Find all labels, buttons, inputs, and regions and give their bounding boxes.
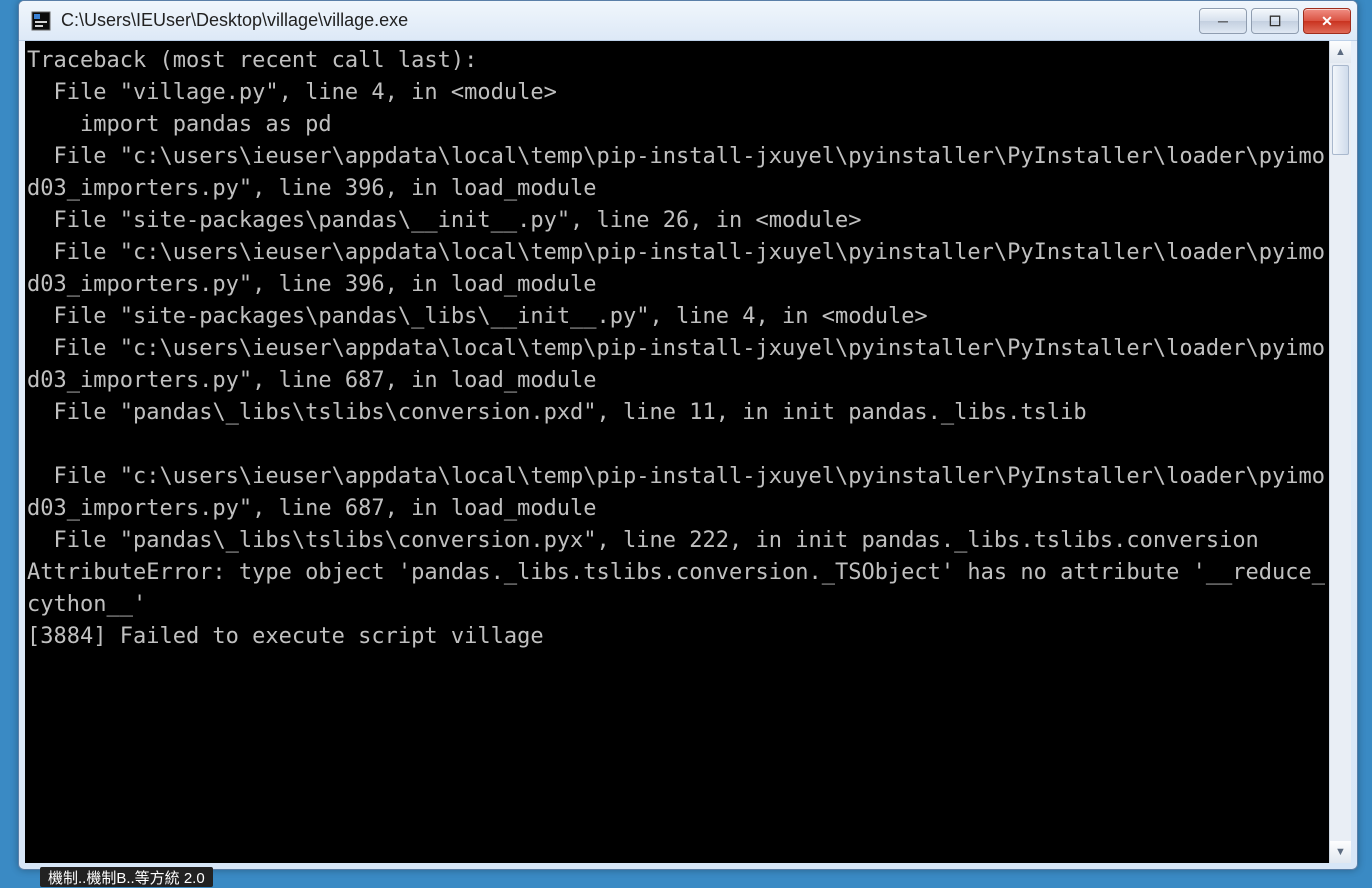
- console-line: AttributeError: type object 'pandas._lib…: [27, 557, 1327, 621]
- console-line: File "c:\users\ieuser\appdata\local\temp…: [27, 141, 1327, 205]
- console-output[interactable]: Traceback (most recent call last): File …: [25, 41, 1329, 863]
- taskbar-fragment: 機制..機制B..等方統 2.0: [40, 866, 213, 888]
- console-line: [3884] Failed to execute script village: [27, 621, 1327, 653]
- scroll-track[interactable]: [1330, 63, 1351, 841]
- console-line: import pandas as pd: [27, 109, 1327, 141]
- vertical-scrollbar[interactable]: ▲ ▼: [1329, 41, 1351, 863]
- taskbar-item[interactable]: 機制..機制B..等方統 2.0: [40, 867, 213, 887]
- window-controls: ─ ☐ ✕: [1199, 8, 1351, 34]
- maximize-button[interactable]: ☐: [1251, 8, 1299, 34]
- chevron-up-icon: ▲: [1335, 46, 1346, 58]
- scroll-thumb[interactable]: [1332, 65, 1349, 155]
- console-line: File "site-packages\pandas\__init__.py",…: [27, 205, 1327, 237]
- console-line: File "c:\users\ieuser\appdata\local\temp…: [27, 237, 1327, 301]
- console-line: File "site-packages\pandas\_libs\__init_…: [27, 301, 1327, 333]
- maximize-icon: ☐: [1269, 14, 1282, 28]
- console-line: File "c:\users\ieuser\appdata\local\temp…: [27, 333, 1327, 397]
- scroll-up-button[interactable]: ▲: [1330, 41, 1351, 63]
- console-window: C:\Users\IEUser\Desktop\village\village.…: [18, 0, 1358, 870]
- titlebar[interactable]: C:\Users\IEUser\Desktop\village\village.…: [19, 1, 1357, 41]
- window-title: C:\Users\IEUser\Desktop\village\village.…: [61, 10, 1199, 31]
- client-area: Traceback (most recent call last): File …: [25, 41, 1351, 863]
- console-line: [27, 429, 1327, 461]
- chevron-down-icon: ▼: [1335, 846, 1346, 858]
- console-line: File "pandas\_libs\tslibs\conversion.pyx…: [27, 525, 1327, 557]
- minimize-button[interactable]: ─: [1199, 8, 1247, 34]
- console-line: File "pandas\_libs\tslibs\conversion.pxd…: [27, 397, 1327, 429]
- close-button[interactable]: ✕: [1303, 8, 1351, 34]
- console-line: File "village.py", line 4, in <module>: [27, 77, 1327, 109]
- close-icon: ✕: [1321, 14, 1333, 28]
- minimize-icon: ─: [1218, 14, 1228, 28]
- scroll-down-button[interactable]: ▼: [1330, 841, 1351, 863]
- console-line: Traceback (most recent call last):: [27, 45, 1327, 77]
- console-line: File "c:\users\ieuser\appdata\local\temp…: [27, 461, 1327, 525]
- app-icon: [29, 9, 53, 33]
